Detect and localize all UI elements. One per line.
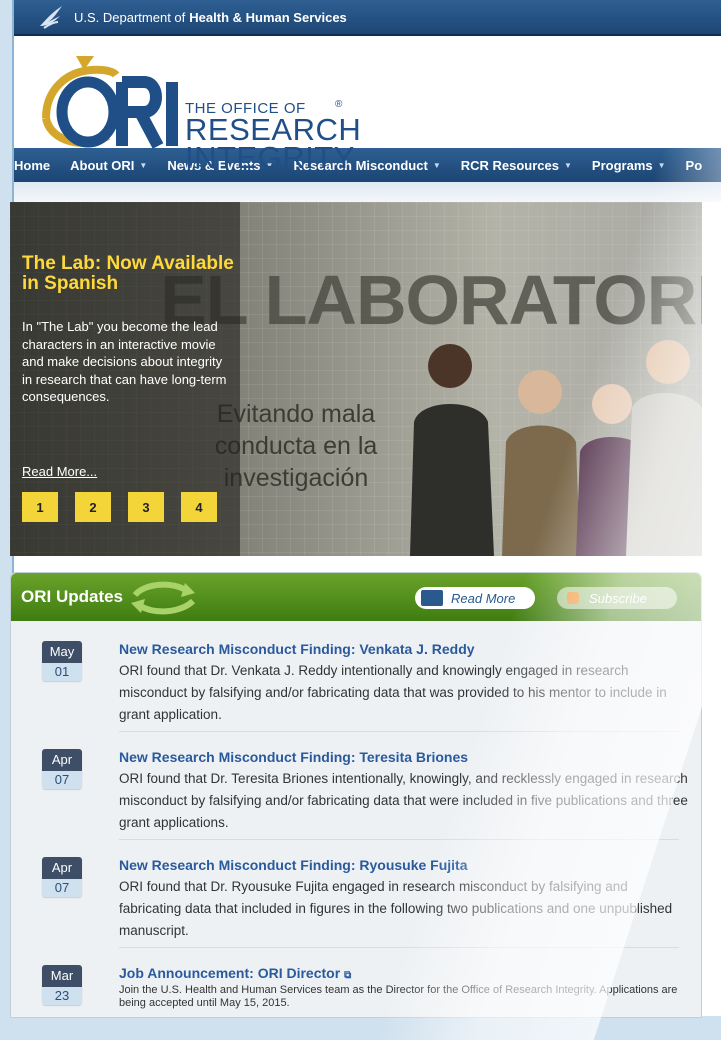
nav-item-about-ori[interactable]: About ORI ▼ [60, 158, 157, 173]
chevron-down-icon: ▼ [564, 160, 572, 170]
date-month: May [42, 641, 82, 663]
hhs-agency-link[interactable]: U.S. Department of Health & Human Service… [74, 10, 347, 25]
date-badge: Mar 23 [42, 965, 82, 1005]
update-body: ORI found that Dr. Venkata J. Reddy inte… [119, 663, 667, 722]
date-day: 07 [42, 879, 82, 897]
nav-item-rcr-resources[interactable]: RCR Resources ▼ [451, 158, 582, 173]
date-badge: May 01 [42, 641, 82, 681]
nav-item-home[interactable]: Home [14, 157, 60, 173]
nav-spacer [14, 182, 721, 202]
ori-updates-panel: ORI Updates Read More Subscribe May 01 N… [10, 572, 702, 1018]
date-badge: Apr 07 [42, 857, 82, 897]
update-title-link[interactable]: New Research Misconduct Finding: Ryousuk… [119, 857, 468, 873]
slider-read-more-link[interactable]: Read More... [22, 464, 97, 479]
date-day: 01 [42, 663, 82, 681]
ori-logo-icon[interactable] [36, 50, 186, 150]
updates-read-more-label: Read More [451, 590, 516, 606]
divider [119, 731, 679, 732]
nav-item-po[interactable]: Po [676, 158, 713, 173]
logo-line-3: INTEGRITY [185, 140, 355, 176]
update-body: ORI found that Dr. Teresita Briones inte… [119, 771, 688, 830]
date-badge: Apr 07 [42, 749, 82, 789]
book-icon [421, 590, 443, 606]
slider-body: In "The Lab" you become the lead charact… [22, 319, 227, 404]
logo-area: THE OFFICE OF RESEARCH INTEGRITY ® [14, 36, 721, 173]
date-month: Apr [42, 749, 82, 771]
divider [119, 839, 679, 840]
divider [119, 947, 679, 948]
hhs-eagle-icon [40, 6, 62, 29]
registered-mark: ® [335, 99, 343, 110]
nav-item-label: Po [685, 157, 703, 173]
agency-name: Health & Human Services [189, 9, 347, 25]
slider-caption: The Lab: Now Available in Spanish In "Th… [10, 202, 240, 556]
refresh-arrows-icon [131, 581, 196, 615]
nav-item-label: RCR Resources [460, 157, 559, 173]
nav-item-label: Programs [591, 157, 653, 173]
update-title-link[interactable]: Job Announcement: ORI Director ⧉ [119, 965, 351, 981]
update-body: Join the U.S. Health and Human Services … [119, 984, 678, 1009]
date-month: Mar [42, 965, 82, 987]
date-day: 07 [42, 771, 82, 789]
slider-pager: 1 2 3 4 [22, 492, 217, 522]
agency-prefix: U.S. Department of [74, 9, 186, 25]
date-month: Apr [42, 857, 82, 879]
slider-page-1-button[interactable]: 1 [22, 492, 58, 522]
date-day: 23 [42, 987, 82, 1005]
updates-title: ORI Updates [21, 587, 124, 606]
hhs-header-bar: U.S. Department of Health & Human Service… [14, 0, 721, 36]
update-title-link[interactable]: New Research Misconduct Finding: Teresit… [119, 749, 468, 765]
slider-page-2-button[interactable]: 2 [75, 492, 111, 522]
chevron-down-icon: ▼ [657, 160, 666, 170]
updates-subscribe-button[interactable]: Subscribe [557, 587, 677, 609]
nav-item-programs[interactable]: Programs ▼ [582, 158, 676, 173]
slider-page-3-button[interactable]: 3 [128, 492, 164, 522]
updates-subscribe-label: Subscribe [589, 590, 647, 606]
nav-item-label: Home [14, 157, 51, 173]
external-link-icon: ⧉ [344, 970, 352, 981]
main-nav: Home About ORI ▼ News & Events ▼ Research Mis… [14, 148, 721, 182]
rss-icon [567, 592, 579, 604]
featured-slider: EL LABORATORIO: Evitando mala conducta e… [10, 202, 702, 556]
updates-read-more-button[interactable]: Read More [415, 587, 535, 609]
chevron-down-icon: ▼ [432, 160, 441, 170]
update-title-text: Job Announcement: ORI Director [119, 965, 341, 981]
update-body: ORI found that Dr. Ryousuke Fujita engag… [119, 879, 673, 938]
chevron-down-icon: ▼ [139, 160, 148, 170]
slider-heading: The Lab: Now Available in Spanish [22, 253, 234, 294]
nav-item-label: About ORI [70, 157, 135, 173]
updates-header: ORI Updates Read More Subscribe [11, 573, 701, 621]
update-title-link[interactable]: New Research Misconduct Finding: Venkata… [119, 641, 475, 657]
logo-wordmark: THE OFFICE OF RESEARCH INTEGRITY ® [185, 99, 361, 176]
slider-page-4-button[interactable]: 4 [181, 492, 217, 522]
slider-people-image [410, 340, 702, 556]
